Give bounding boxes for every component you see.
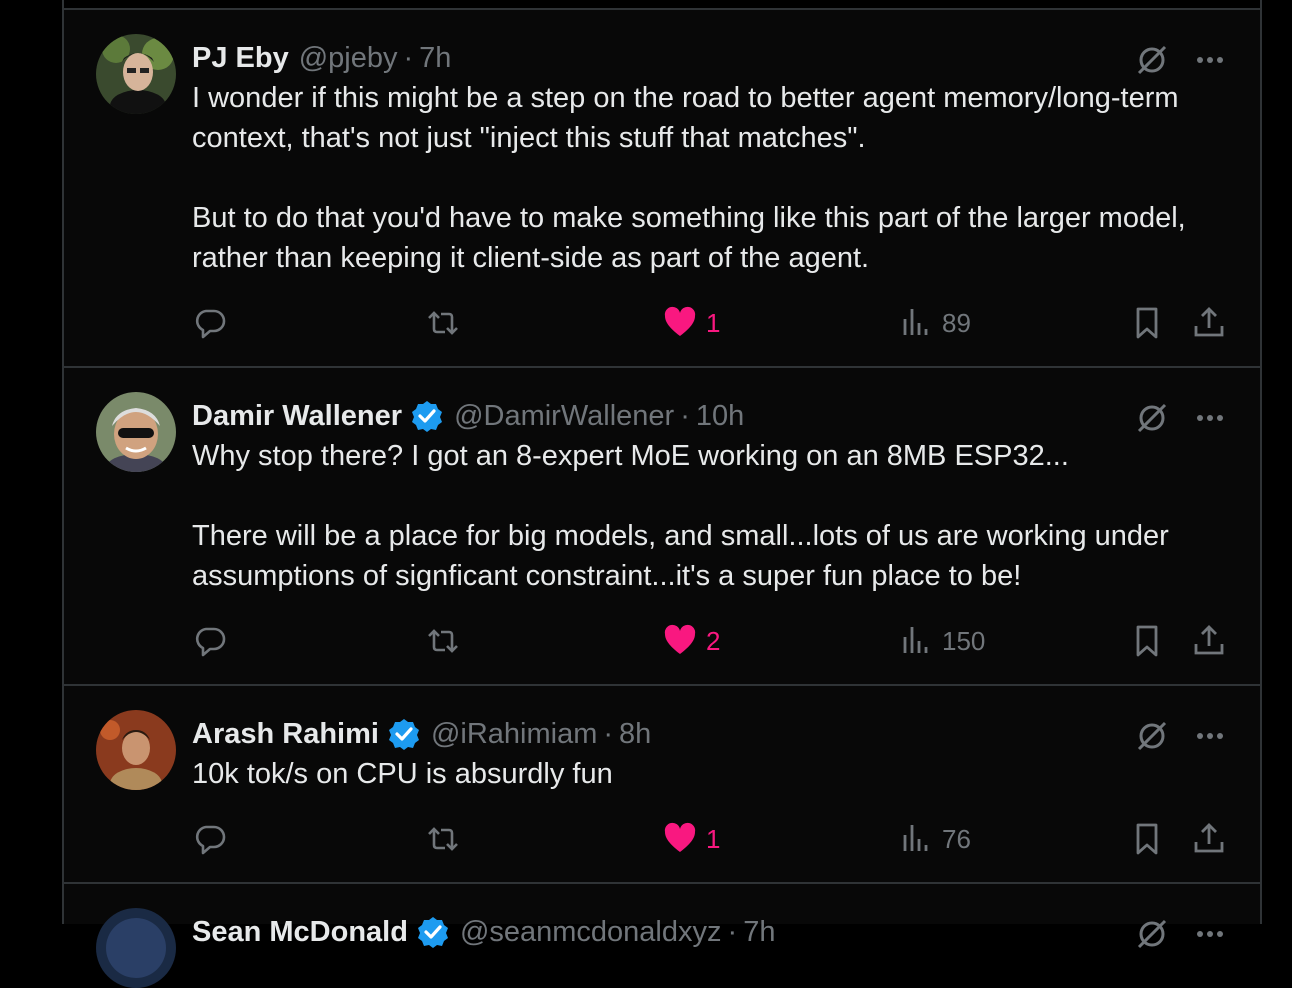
reply-icon xyxy=(195,309,226,339)
like-button[interactable]: 1 xyxy=(662,303,720,343)
more-icon[interactable] xyxy=(1190,716,1230,756)
like-button[interactable]: 2 xyxy=(662,621,720,661)
user-handle[interactable]: @iRahimiam xyxy=(431,718,597,751)
grok-icon[interactable] xyxy=(1132,398,1172,438)
verified-badge-icon xyxy=(416,915,450,949)
share-icon xyxy=(1194,307,1224,337)
reply-icon xyxy=(195,627,226,657)
avatar[interactable] xyxy=(96,908,176,988)
bookmark-icon xyxy=(1136,823,1158,855)
tweet-actions: 1 89 xyxy=(192,303,1230,343)
tweet[interactable]: Sean McDonald @seanmcdonaldxyz · 7h xyxy=(64,884,1260,988)
tweet[interactable]: Arash Rahimi @iRahimiam · 8h 10k tok/s o… xyxy=(64,686,1260,884)
retweet-button[interactable] xyxy=(425,303,461,343)
tweet-header: Arash Rahimi @iRahimiam · 8h xyxy=(192,714,651,754)
verified-badge-icon xyxy=(387,717,421,751)
retweet-button[interactable] xyxy=(425,621,461,661)
tweet-actions: 1 76 xyxy=(192,819,1230,859)
retweet-button[interactable] xyxy=(425,819,461,859)
avatar[interactable] xyxy=(96,710,176,790)
bookmark-icon xyxy=(1136,625,1158,657)
user-handle[interactable]: @DamirWallener xyxy=(454,400,674,433)
retweet-icon xyxy=(428,827,458,851)
like-count: 1 xyxy=(706,823,721,854)
views-icon xyxy=(903,825,928,851)
views-button[interactable]: 89 xyxy=(898,303,971,343)
share-button[interactable] xyxy=(1191,303,1227,343)
user-handle[interactable]: @pjeby xyxy=(299,42,398,75)
separator: · xyxy=(403,41,414,74)
heart-icon xyxy=(664,822,696,852)
views-button[interactable]: 76 xyxy=(898,819,971,859)
tweet-header: Sean McDonald @seanmcdonaldxyz · 7h xyxy=(192,912,775,952)
verified-badge-icon xyxy=(410,399,444,433)
heart-icon xyxy=(664,306,696,336)
view-count: 89 xyxy=(942,307,971,338)
share-button[interactable] xyxy=(1191,621,1227,661)
separator: · xyxy=(727,915,738,948)
reply-button[interactable] xyxy=(192,819,228,859)
heart-icon xyxy=(664,624,696,654)
views-button[interactable]: 150 xyxy=(898,621,985,661)
avatar[interactable] xyxy=(96,392,176,472)
more-icon[interactable] xyxy=(1190,914,1230,954)
retweet-icon xyxy=(428,629,458,653)
timestamp[interactable]: 7h xyxy=(419,42,451,75)
like-count: 2 xyxy=(706,625,721,656)
retweet-icon xyxy=(428,311,458,335)
timeline-column: PJ Eby @pjeby · 7h I wonder if this migh… xyxy=(62,0,1262,988)
bookmark-button[interactable] xyxy=(1129,819,1165,859)
tweet-text: 10k tok/s on CPU is absurdly fun xyxy=(192,758,613,790)
bookmark-button[interactable] xyxy=(1129,303,1165,343)
share-button[interactable] xyxy=(1191,819,1227,859)
reply-button[interactable] xyxy=(192,621,228,661)
separator: · xyxy=(603,717,614,750)
tweet-actions: 2 150 xyxy=(192,621,1230,661)
tweet-text: Why stop there? I got an 8-expert MoE wo… xyxy=(192,440,1169,592)
tweet-header: Damir Wallener @DamirWallener · 10h xyxy=(192,396,744,436)
reply-button[interactable] xyxy=(192,303,228,343)
grok-icon[interactable] xyxy=(1132,716,1172,756)
display-name[interactable]: Damir Wallener xyxy=(192,400,402,433)
tweet-text: I wonder if this might be a step on the … xyxy=(192,82,1186,274)
separator: · xyxy=(680,399,690,432)
timestamp[interactable]: 8h xyxy=(619,718,651,751)
tweet[interactable]: PJ Eby @pjeby · 7h I wonder if this migh… xyxy=(64,10,1260,368)
display-name[interactable]: Arash Rahimi xyxy=(192,718,379,751)
view-count: 76 xyxy=(942,823,971,854)
like-count: 1 xyxy=(706,307,721,338)
bookmark-button[interactable] xyxy=(1129,621,1165,661)
display-name[interactable]: Sean McDonald xyxy=(192,916,408,949)
tweet[interactable]: Damir Wallener @DamirWallener · 10h Why … xyxy=(64,368,1260,686)
reply-icon xyxy=(195,825,226,855)
grok-icon[interactable] xyxy=(1132,914,1172,954)
avatar[interactable] xyxy=(96,34,176,114)
timestamp[interactable]: 7h xyxy=(743,916,775,949)
view-count: 150 xyxy=(942,625,986,656)
share-icon xyxy=(1194,823,1224,853)
like-button[interactable]: 1 xyxy=(662,819,720,859)
timestamp[interactable]: 10h xyxy=(696,400,744,433)
share-icon xyxy=(1194,625,1224,655)
views-icon xyxy=(903,627,928,653)
views-icon xyxy=(903,309,928,335)
bookmark-icon xyxy=(1136,307,1158,339)
display-name[interactable]: PJ Eby xyxy=(192,42,289,75)
tweet-header: PJ Eby @pjeby · 7h xyxy=(192,38,451,78)
more-icon[interactable] xyxy=(1190,40,1230,80)
more-icon[interactable] xyxy=(1190,398,1230,438)
user-handle[interactable]: @seanmcdonaldxyz xyxy=(460,916,722,949)
grok-icon[interactable] xyxy=(1132,40,1172,80)
